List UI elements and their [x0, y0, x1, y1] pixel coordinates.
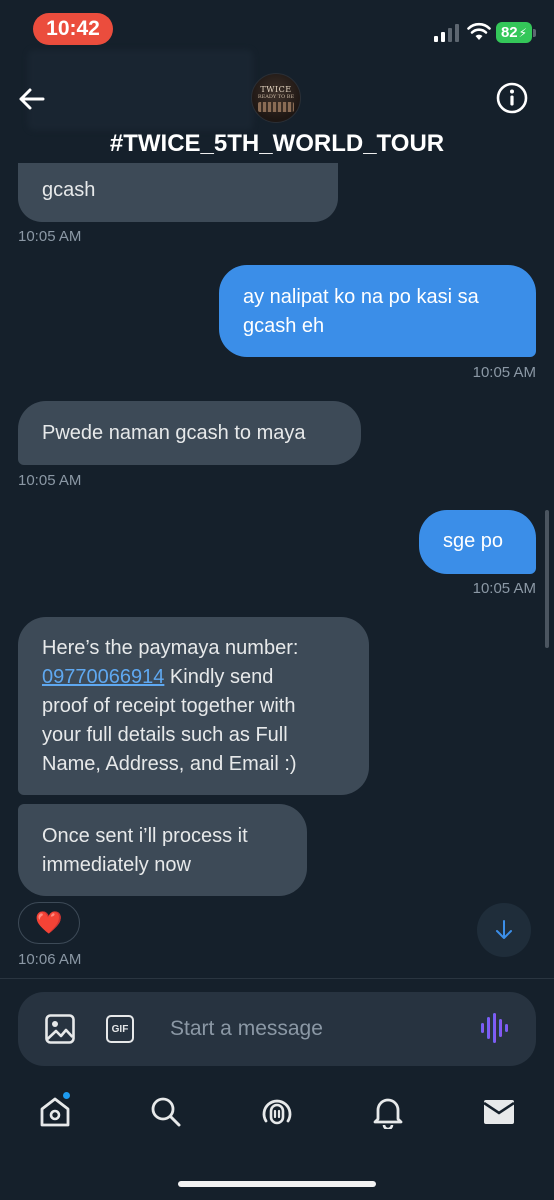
- message-text-line: 09770066914 Kindly send: [42, 663, 345, 692]
- gif-label: GIF: [111, 1023, 129, 1035]
- back-button[interactable]: [14, 82, 48, 116]
- search-icon: [151, 1097, 181, 1127]
- message-text-line: ay nalipat ko na po kasi sa: [243, 286, 479, 308]
- message-text-line: gcash eh: [243, 315, 325, 337]
- nav-search[interactable]: [146, 1092, 186, 1132]
- battery-nub: [533, 29, 536, 37]
- messages-envelope-icon: [483, 1100, 515, 1124]
- message-timestamp: 10:05 AM: [18, 472, 82, 489]
- message-timestamp: 10:05 AM: [472, 364, 536, 381]
- message-text-fragment: Kindly send: [164, 666, 274, 688]
- avatar-photo: [258, 101, 294, 112]
- message-timestamp: 10:06 AM: [18, 951, 82, 968]
- message-bubble-sent[interactable]: ay nalipat ko na po kasi sa gcash eh: [219, 265, 536, 357]
- heart-reaction[interactable]: ❤️: [18, 902, 80, 944]
- message-text-line: Here’s the paymaya number:: [42, 637, 299, 659]
- charging-bolt-icon: ⚡︎: [518, 25, 528, 40]
- scrollbar[interactable]: [545, 510, 549, 648]
- phone-number-link[interactable]: 09770066914: [42, 666, 164, 688]
- spaces-icon: [262, 1099, 292, 1125]
- battery-level: 82: [500, 24, 518, 41]
- message-text: Pwede naman gcash to maya: [42, 422, 306, 444]
- nav-notifications[interactable]: [368, 1092, 408, 1132]
- message-text-line: immediately now: [42, 854, 191, 876]
- message-bubble-received[interactable]: Pwede naman gcash to maya: [18, 401, 361, 465]
- blurred-region: [28, 50, 253, 130]
- message-bubble-received[interactable]: Once sent i’ll process it immediately no…: [18, 804, 307, 896]
- status-time: 10:42: [33, 13, 113, 45]
- heart-icon: ❤️: [35, 910, 63, 935]
- cellular-signal-icon: [434, 24, 459, 42]
- message-text-line: proof of receipt together with: [42, 695, 296, 717]
- wifi-icon: [467, 22, 491, 40]
- info-circle-icon[interactable]: [495, 81, 529, 115]
- arrow-left-icon: [19, 88, 45, 110]
- nav-spaces[interactable]: [257, 1092, 297, 1132]
- notifications-bell-icon: [373, 1098, 403, 1129]
- voice-waveform-icon[interactable]: [480, 1012, 510, 1044]
- message-bubble-received[interactable]: gcash: [18, 163, 338, 222]
- avatar-sub-text: READY TO BE: [257, 93, 295, 100]
- image-icon[interactable]: [44, 1013, 76, 1045]
- message-text-line: Name, Address, and Email :): [42, 753, 297, 775]
- message-bubble-sent[interactable]: sge po: [419, 510, 536, 574]
- composer-divider: [0, 978, 554, 979]
- message-bubble-received[interactable]: Here’s the paymaya number: 09770066914 K…: [18, 617, 369, 795]
- avatar-logo-text: TWICE: [260, 84, 292, 94]
- group-avatar[interactable]: TWICE READY TO BE: [251, 73, 301, 123]
- nav-messages[interactable]: [479, 1092, 519, 1132]
- arrow-down-icon: [496, 920, 512, 939]
- message-input[interactable]: [170, 1011, 460, 1047]
- home-indicator: [178, 1181, 376, 1187]
- message-text: sge po: [443, 530, 504, 552]
- home-icon: [40, 1097, 70, 1127]
- conversation-title[interactable]: #TWICE_5TH_WORLD_TOUR: [0, 130, 554, 158]
- message-text-line: your full details such as Full: [42, 724, 288, 746]
- message-text-line: Once sent i’ll process it: [42, 825, 248, 847]
- message-text: gcash: [42, 179, 96, 201]
- gif-icon[interactable]: GIF: [106, 1015, 134, 1043]
- scroll-to-bottom-button[interactable]: [477, 903, 531, 957]
- message-timestamp: 10:05 AM: [472, 580, 536, 597]
- home-notification-dot: [62, 1091, 71, 1100]
- battery-charging-icon: 82 ⚡︎: [496, 22, 532, 43]
- message-timestamp: 10:05 AM: [18, 228, 82, 245]
